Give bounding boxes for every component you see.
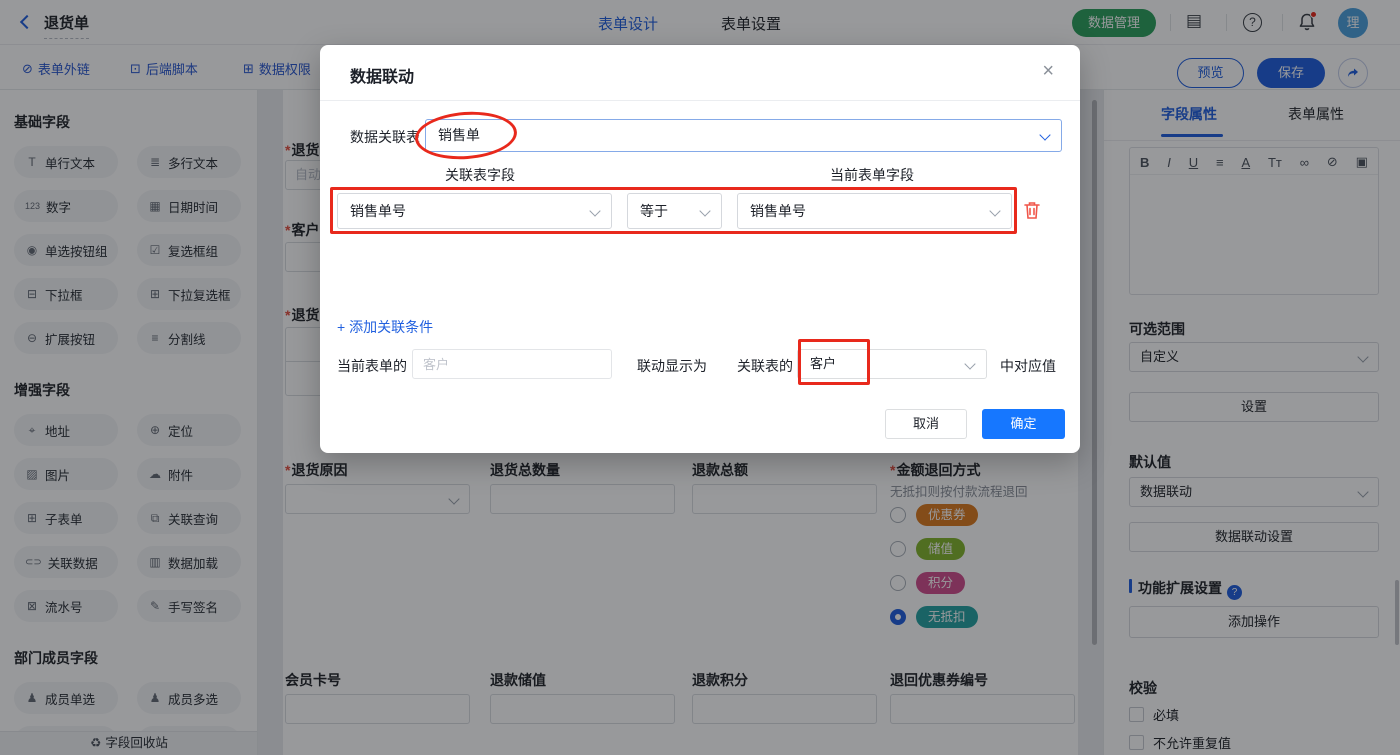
chevron-down-icon <box>589 205 601 217</box>
add-condition-link[interactable]: + 添加关联条件 <box>337 317 433 337</box>
data-linkage-modal: 数据联动 × 数据关联表 销售单 关联表字段 当前表单字段 销售单号 等于 销售… <box>320 45 1080 453</box>
linkage-table-select[interactable]: 销售单 <box>425 119 1062 152</box>
close-icon[interactable]: × <box>1042 60 1054 83</box>
delete-condition-icon[interactable] <box>1023 200 1041 220</box>
chevron-down-icon <box>1039 129 1051 141</box>
condition-left-select[interactable]: 销售单号 <box>337 193 612 229</box>
cancel-button[interactable]: 取消 <box>885 409 967 439</box>
chevron-down-icon <box>699 205 711 217</box>
col-header-current-field: 当前表单字段 <box>830 167 914 183</box>
condition-right-select[interactable]: 销售单号 <box>737 193 1012 229</box>
divider <box>320 100 1080 101</box>
linkage-table-label: 数据关联表 <box>350 129 420 145</box>
chevron-down-icon <box>964 358 976 370</box>
current-form-prefix-label: 当前表单的 <box>337 358 407 374</box>
related-table-label: 关联表的 <box>737 358 793 374</box>
corresponding-value-label: 中对应值 <box>1000 358 1056 374</box>
chevron-down-icon <box>989 205 1001 217</box>
col-header-related-field: 关联表字段 <box>445 167 515 183</box>
condition-operator-select[interactable]: 等于 <box>627 193 722 229</box>
related-field-select[interactable]: 客户 <box>797 349 987 379</box>
modal-title: 数据联动 <box>350 69 415 86</box>
linkage-display-label: 联动显示为 <box>637 358 707 374</box>
confirm-button[interactable]: 确定 <box>982 409 1065 439</box>
display-field-input[interactable] <box>412 349 612 379</box>
